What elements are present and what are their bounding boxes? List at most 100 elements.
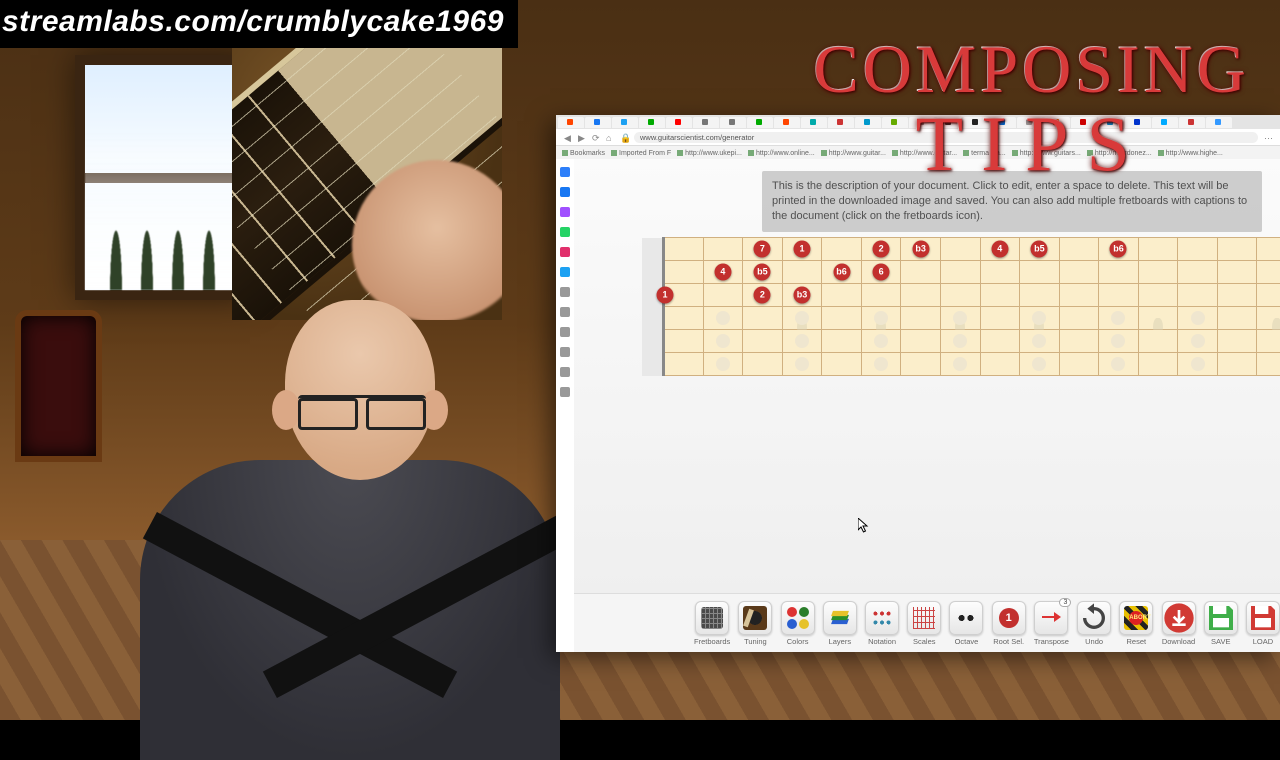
menu-icon[interactable]: ⋯ bbox=[1264, 133, 1272, 141]
fret-cell[interactable] bbox=[743, 353, 783, 376]
colors-icon[interactable] bbox=[781, 601, 815, 635]
fret-marker[interactable]: 4 bbox=[991, 241, 1008, 258]
fret-cell[interactable] bbox=[1217, 261, 1257, 284]
browser-tab[interactable] bbox=[774, 117, 800, 128]
browser-tab[interactable] bbox=[666, 117, 692, 128]
heart-icon[interactable] bbox=[560, 327, 570, 337]
fret-cell[interactable] bbox=[901, 307, 941, 330]
fret-cell[interactable] bbox=[664, 238, 704, 261]
fret-cell[interactable] bbox=[861, 284, 901, 307]
browser-tab[interactable] bbox=[828, 117, 854, 128]
transpose-icon[interactable]: 3 bbox=[1034, 601, 1068, 635]
fret-cell[interactable] bbox=[980, 261, 1020, 284]
fret-cell[interactable] bbox=[1178, 284, 1218, 307]
browser-tab[interactable] bbox=[1071, 117, 1097, 128]
fret-marker[interactable]: 2 bbox=[754, 287, 771, 304]
tool-save[interactable]: SAVE bbox=[1204, 601, 1238, 646]
fret-cell[interactable] bbox=[1138, 353, 1178, 376]
fret-cell[interactable] bbox=[1059, 238, 1099, 261]
bookmark-item[interactable]: http://www.guitar... bbox=[821, 150, 886, 157]
save-icon[interactable] bbox=[1204, 601, 1238, 635]
fret-cell[interactable] bbox=[1099, 261, 1139, 284]
fret-cell[interactable] bbox=[664, 307, 704, 330]
tool-fretboards[interactable]: Fretboards bbox=[694, 601, 730, 646]
forward-icon[interactable]: ▶ bbox=[578, 133, 586, 141]
fret-cell[interactable]: b6 bbox=[1099, 238, 1139, 261]
fret-cell[interactable] bbox=[1217, 284, 1257, 307]
home-icon[interactable]: ⌂ bbox=[606, 133, 614, 141]
tool-load[interactable]: LOAD bbox=[1246, 601, 1280, 646]
twitter-icon[interactable] bbox=[560, 267, 570, 277]
fret-cell[interactable]: 7 bbox=[743, 238, 783, 261]
layers-icon[interactable] bbox=[823, 601, 857, 635]
browser-tab[interactable] bbox=[963, 117, 989, 128]
fret-marker[interactable]: 1 bbox=[793, 241, 810, 258]
instagram-icon[interactable] bbox=[560, 247, 570, 257]
gear-icon[interactable] bbox=[560, 367, 570, 377]
bookmark-item[interactable]: Bookmarks bbox=[562, 150, 605, 157]
fret-cell[interactable] bbox=[861, 307, 901, 330]
bookmark-item[interactable]: http://www.guitar... bbox=[892, 150, 957, 157]
load-icon[interactable] bbox=[1246, 601, 1280, 635]
fret-cell[interactable] bbox=[1099, 330, 1139, 353]
fret-cell[interactable]: b5 bbox=[743, 261, 783, 284]
fret-marker[interactable]: 6 bbox=[873, 264, 890, 281]
fret-cell[interactable] bbox=[1178, 261, 1218, 284]
fret-cell[interactable] bbox=[1217, 238, 1257, 261]
browser-tab[interactable] bbox=[1098, 117, 1124, 128]
browser-tab[interactable] bbox=[1044, 117, 1070, 128]
browser-tab[interactable] bbox=[720, 117, 746, 128]
download-icon[interactable] bbox=[1162, 601, 1196, 635]
fret-cell[interactable] bbox=[1138, 330, 1178, 353]
bulb-icon[interactable] bbox=[560, 387, 570, 397]
browser-tab[interactable] bbox=[1179, 117, 1205, 128]
fret-cell[interactable] bbox=[1059, 307, 1099, 330]
fret-marker[interactable]: 2 bbox=[873, 241, 890, 258]
fret-cell[interactable] bbox=[1178, 238, 1218, 261]
fret-cell[interactable] bbox=[1020, 353, 1060, 376]
tool-notation[interactable]: Notation bbox=[865, 601, 899, 646]
fret-cell[interactable] bbox=[1059, 330, 1099, 353]
tool-transpose[interactable]: 3Transpose bbox=[1034, 601, 1069, 646]
fret-marker[interactable]: 1 bbox=[657, 287, 674, 304]
fret-cell[interactable] bbox=[901, 353, 941, 376]
tool-tuning[interactable]: Tuning bbox=[738, 601, 772, 646]
browser-tab[interactable] bbox=[639, 117, 665, 128]
url-field[interactable]: www.guitarscientist.com/generator bbox=[634, 132, 1258, 143]
browser-tab[interactable] bbox=[936, 117, 962, 128]
bookmark-item[interactable]: http://www.ukepi... bbox=[677, 150, 742, 157]
whatsapp-icon[interactable] bbox=[560, 227, 570, 237]
bookmark-item[interactable]: http://www.guitars... bbox=[1012, 150, 1081, 157]
fret-cell[interactable]: 1 bbox=[664, 284, 704, 307]
fret-cell[interactable] bbox=[1138, 284, 1178, 307]
scales-icon[interactable] bbox=[907, 601, 941, 635]
fret-cell[interactable] bbox=[1138, 261, 1178, 284]
fret-cell[interactable] bbox=[703, 330, 743, 353]
fret-cell[interactable] bbox=[1138, 307, 1178, 330]
bookmark-item[interactable]: termalgia... bbox=[963, 150, 1006, 157]
fret-cell[interactable] bbox=[1138, 238, 1178, 261]
fret-cell[interactable] bbox=[980, 330, 1020, 353]
fret-cell[interactable] bbox=[1178, 307, 1218, 330]
fret-cell[interactable]: b6 bbox=[822, 261, 862, 284]
fret-cell[interactable] bbox=[1020, 284, 1060, 307]
fret-marker[interactable]: b3 bbox=[793, 287, 810, 304]
undo-icon[interactable] bbox=[1077, 601, 1111, 635]
fret-marker[interactable]: b5 bbox=[1031, 241, 1048, 258]
tuning-icon[interactable] bbox=[738, 601, 772, 635]
browser-tab[interactable] bbox=[693, 117, 719, 128]
fret-cell[interactable] bbox=[782, 330, 822, 353]
fret-cell[interactable] bbox=[703, 353, 743, 376]
bookmark-item[interactable]: http://www.highe... bbox=[1158, 150, 1223, 157]
fret-cell[interactable] bbox=[1178, 330, 1218, 353]
fret-cell[interactable] bbox=[822, 284, 862, 307]
fret-cell[interactable] bbox=[1217, 353, 1257, 376]
fret-cell[interactable] bbox=[980, 284, 1020, 307]
clock-icon[interactable] bbox=[560, 347, 570, 357]
tool-reset[interactable]: ABORTReset bbox=[1119, 601, 1153, 646]
tool-scales[interactable]: Scales bbox=[907, 601, 941, 646]
browser-tab[interactable] bbox=[747, 117, 773, 128]
fret-cell[interactable] bbox=[703, 284, 743, 307]
fret-cell[interactable] bbox=[940, 353, 980, 376]
home-icon[interactable] bbox=[560, 167, 570, 177]
